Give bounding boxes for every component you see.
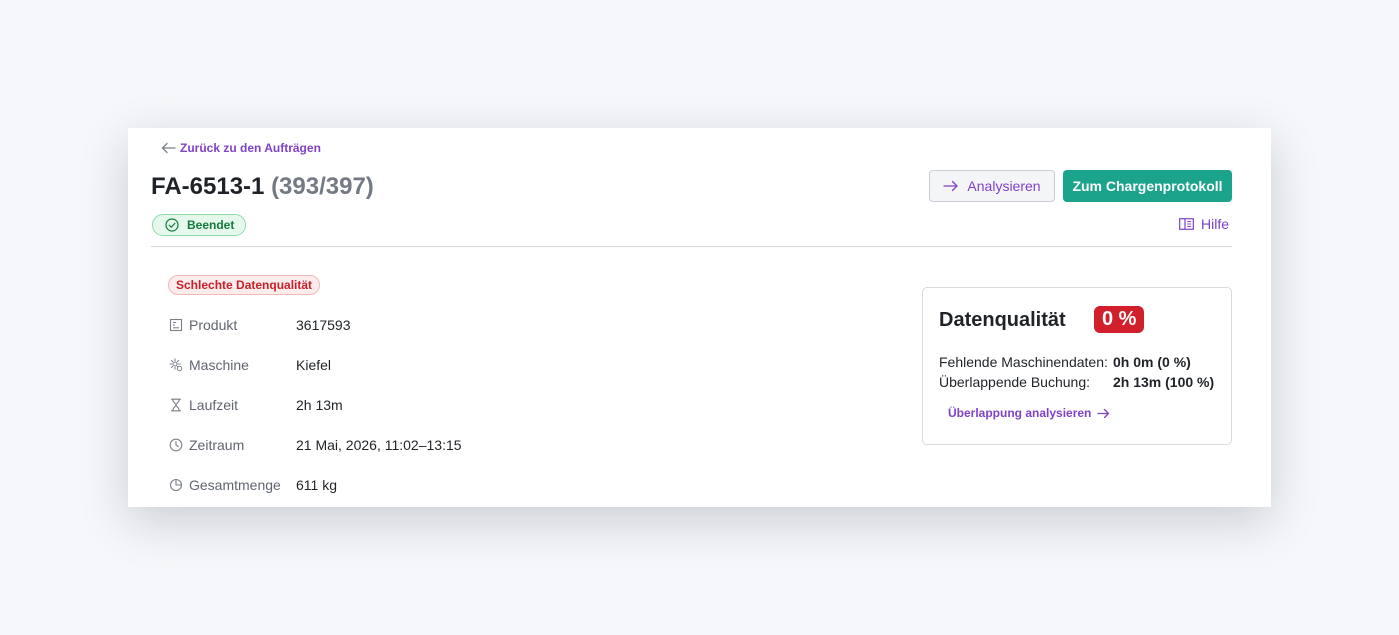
product-icon (169, 318, 183, 332)
property-label: Produkt (189, 317, 238, 333)
property-row-total-quantity: Gesamtmenge 611 kg (168, 475, 588, 515)
data-quality-panel: Datenqualität 0 % Fehlende Maschinendate… (922, 287, 1232, 445)
pie-chart-icon (169, 478, 183, 492)
page-title: FA-6513-1 (393/397) (151, 173, 374, 201)
status-label: Beendet (187, 218, 235, 232)
property-value: 611 kg (296, 477, 337, 493)
property-value: 21 Mai, 2026, 11:02–13:15 (296, 437, 462, 453)
arrow-right-icon (1097, 408, 1110, 419)
batch-protocol-button-label: Zum Chargenprotokoll (1072, 178, 1223, 194)
property-label: Laufzeit (189, 397, 239, 413)
batch-protocol-button[interactable]: Zum Chargenprotokoll (1063, 170, 1232, 202)
arrow-right-icon (943, 180, 959, 192)
order-detail-card: Zurück zu den Aufträgen FA-6513-1 (393/3… (128, 128, 1271, 507)
help-link[interactable]: Hilfe (1179, 215, 1229, 233)
check-circle-icon (165, 218, 179, 232)
order-id: FA-6513-1 (151, 173, 265, 200)
book-icon (1179, 218, 1194, 230)
data-quality-badge-label: Schlechte Datenqualität (176, 278, 313, 292)
data-quality-badge: Schlechte Datenqualität (168, 275, 321, 295)
arrow-left-icon (161, 142, 176, 154)
machine-gear-icon (169, 358, 183, 372)
analyze-button[interactable]: Analysieren (929, 170, 1055, 202)
property-row-runtime: Laufzeit 2h 13m (168, 395, 588, 435)
missing-machine-data-value: 0h 0m (0 %) (1113, 354, 1191, 370)
data-quality-title: Datenqualität (939, 309, 1066, 331)
overlapping-booking-label: Überlappende Buchung: (939, 374, 1091, 390)
overlapping-booking-value: 2h 13m (100 %) (1113, 374, 1215, 390)
back-to-orders-link[interactable]: Zurück zu den Aufträgen (161, 140, 321, 156)
hourglass-icon (169, 398, 183, 412)
property-row-period: Zeitraum 21 Mai, 2026, 11:02–13:15 (168, 435, 588, 475)
header-divider (151, 246, 1232, 247)
analyze-button-label: Analysieren (967, 178, 1041, 194)
property-value: 2h 13m (296, 397, 343, 413)
property-label: Zeitraum (189, 437, 245, 453)
property-row-product: Produkt 3617593 (168, 315, 588, 355)
order-count: (393/397) (271, 173, 374, 200)
help-label: Hilfe (1201, 216, 1230, 232)
clock-icon (169, 438, 183, 452)
property-label: Gesamtmenge (189, 477, 281, 493)
order-properties: Produkt 3617593 Maschine Kiefel Laufzeit… (168, 315, 588, 515)
property-row-machine: Maschine Kiefel (168, 355, 588, 395)
missing-machine-data-label: Fehlende Maschinendaten: (939, 354, 1108, 370)
data-quality-percent-badge: 0 % (1094, 306, 1145, 333)
analyze-overlap-link[interactable]: Überlappung analysieren (948, 404, 1110, 422)
property-value: 3617593 (296, 317, 351, 333)
status-badge: Beendet (152, 214, 247, 236)
back-link-label: Zurück zu den Aufträgen (180, 141, 321, 155)
property-value: Kiefel (296, 357, 332, 373)
property-label: Maschine (189, 357, 249, 373)
analyze-overlap-label: Überlappung analysieren (948, 406, 1092, 420)
